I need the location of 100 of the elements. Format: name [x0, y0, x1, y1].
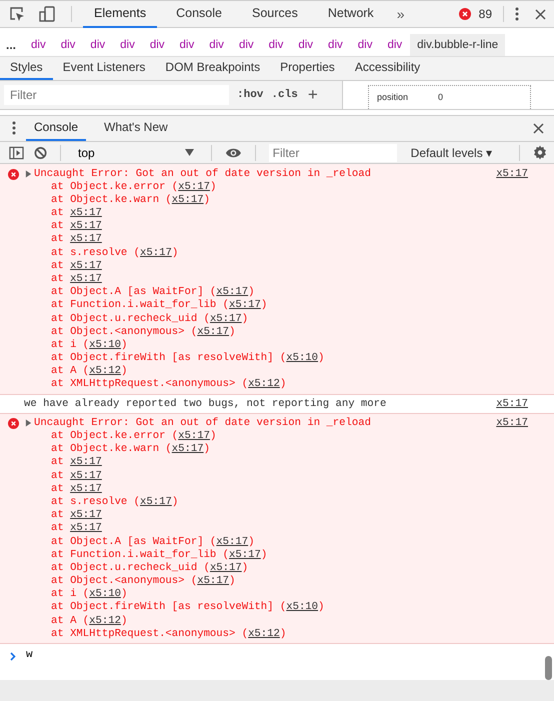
source-link[interactable]: x5:10	[286, 601, 318, 614]
stack-frame: at XMLHttpRequest.<anonymous> (x5:12)	[8, 378, 528, 392]
device-icon[interactable]	[38, 5, 56, 23]
breadcrumb-item[interactable]: div	[113, 34, 142, 56]
source-link[interactable]: x5:10	[286, 352, 318, 364]
sidebar-tab[interactable]: Accessibility	[344, 57, 430, 80]
more-tabs-button[interactable]: »	[392, 6, 408, 22]
expand-triangle-icon[interactable]	[25, 419, 32, 428]
source-link[interactable]: x5:17	[229, 548, 261, 561]
breadcrumb-item[interactable]: div	[202, 34, 231, 56]
stack-frame: at x5:17	[8, 233, 528, 247]
source-link[interactable]: x5:17	[216, 536, 248, 548]
source-link[interactable]: x5:10	[89, 588, 121, 600]
breadcrumb-item[interactable]: div.bubble-r-line	[410, 34, 506, 56]
stack-frame: at x5:17	[8, 220, 528, 234]
source-link[interactable]: x5:17	[178, 430, 210, 442]
dropdown-caret-icon	[184, 149, 194, 156]
stack-frame: at Object.fireWith [as resolveWith] (x5:10)	[8, 352, 528, 366]
source-link[interactable]: x5:17	[70, 522, 102, 534]
source-link[interactable]: x5:17	[140, 496, 172, 508]
box-model-value: 0	[438, 92, 444, 104]
error-count[interactable]: 89	[478, 7, 492, 21]
source-link[interactable]: x5:17	[172, 194, 204, 206]
hover-state-toggle[interactable]: :hov	[237, 88, 264, 101]
log-levels-dropdown[interactable]: Default levels ▾	[406, 146, 496, 160]
source-link[interactable]: x5:17	[70, 233, 102, 246]
inspect-icon[interactable]	[8, 5, 26, 23]
stack-frame: at x5:17	[8, 456, 528, 470]
source-link[interactable]: x5:17	[70, 470, 102, 482]
stack-frame: at Object.<anonymous> (x5:17)	[8, 326, 528, 339]
stack-frame: at i (x5:10)	[8, 588, 528, 602]
breadcrumb-item[interactable]: div	[291, 34, 320, 56]
console-filter-field[interactable]: Filter	[268, 144, 397, 162]
close-icon[interactable]	[533, 122, 544, 134]
drawer-menu-icon[interactable]	[12, 121, 16, 136]
source-link[interactable]: x5:17	[70, 456, 102, 468]
breadcrumb-item[interactable]: div	[83, 34, 112, 56]
panel-tab[interactable]: Elements	[83, 0, 158, 28]
source-link[interactable]: x5:17	[216, 286, 248, 298]
breadcrumb-item[interactable]: div	[24, 34, 53, 56]
breadcrumb-item[interactable]: div	[262, 34, 290, 56]
breadcrumb-item[interactable]: div	[380, 34, 410, 56]
stack-frame: at A (x5:12)	[8, 365, 528, 378]
source-link[interactable]: x5:17	[70, 272, 102, 285]
breadcrumb-item[interactable]: div	[350, 34, 380, 56]
stack-frame: at Object.u.recheck_uid (x5:17)	[8, 562, 528, 576]
stack-frame: at Object.A [as WaitFor] (x5:17)	[8, 286, 528, 300]
eye-icon[interactable]	[224, 146, 242, 159]
source-link[interactable]: x5:17	[70, 509, 102, 522]
stack-frame: at x5:17	[8, 272, 528, 286]
context-selector[interactable]: top	[74, 146, 198, 160]
breadcrumb-item[interactable]: div	[54, 34, 82, 56]
stack-frame: at x5:17	[8, 522, 528, 536]
clear-console-icon[interactable]	[34, 146, 48, 160]
source-link[interactable]: x5:12	[89, 365, 121, 378]
source-link[interactable]: x5:17	[210, 312, 242, 324]
source-link[interactable]: x5:17	[496, 398, 528, 410]
sidebar-tab[interactable]: Properties	[270, 57, 345, 80]
breadcrumb-item[interactable]: div	[142, 34, 172, 56]
stack-frame: at x5:17	[8, 260, 528, 273]
more-options-icon[interactable]	[515, 7, 519, 21]
source-link[interactable]: x5:17	[496, 168, 528, 180]
prompt-chevron-icon	[10, 652, 16, 661]
source-link[interactable]: x5:17	[70, 482, 102, 495]
source-link[interactable]: x5:17	[70, 260, 102, 272]
expand-triangle-icon[interactable]	[25, 170, 32, 178]
source-link[interactable]: x5:17	[210, 562, 242, 574]
source-link[interactable]: x5:12	[89, 614, 121, 627]
breadcrumb-item[interactable]: div	[172, 34, 202, 56]
panel-tab[interactable]: Network	[316, 0, 385, 28]
source-link[interactable]: x5:17	[70, 207, 102, 219]
class-toggle[interactable]: .cls	[271, 88, 298, 101]
breadcrumb-item[interactable]: div	[321, 34, 350, 56]
close-icon[interactable]	[535, 8, 546, 20]
sidebar-toggle-icon[interactable]	[9, 146, 24, 160]
source-link[interactable]: x5:17	[496, 417, 528, 430]
breadcrumb-item[interactable]: div	[232, 34, 261, 56]
error-icon	[458, 8, 471, 20]
source-link[interactable]: x5:12	[248, 628, 280, 640]
source-link[interactable]: x5:17	[172, 443, 204, 456]
new-rule-button[interactable]: +	[308, 84, 318, 105]
source-link[interactable]: x5:10	[89, 338, 121, 351]
sidebar-tab[interactable]: DOM Breakpoints	[155, 57, 270, 80]
source-link[interactable]: x5:17	[70, 220, 102, 232]
styles-filter-field[interactable]: Filter	[4, 84, 229, 105]
source-link[interactable]: x5:17	[178, 180, 210, 193]
settings-icon[interactable]	[532, 145, 548, 160]
source-link[interactable]: x5:17	[140, 246, 172, 259]
breadcrumb-ellipsis[interactable]: ...	[6, 38, 16, 52]
box-model-label: position	[377, 92, 408, 104]
stack-frame: at i (x5:10)	[8, 338, 528, 352]
panel-tab[interactable]: Console	[165, 0, 233, 28]
source-link[interactable]: x5:17	[229, 299, 261, 312]
source-link[interactable]: x5:17	[197, 575, 230, 588]
source-link[interactable]: x5:12	[248, 378, 280, 390]
panel-tab[interactable]: Sources	[240, 0, 309, 28]
drawer-tab[interactable]: What's New	[96, 116, 176, 141]
source-link[interactable]: x5:17	[197, 326, 230, 338]
sidebar-tab[interactable]: Event Listeners	[52, 57, 156, 80]
scrollbar-thumb[interactable]	[545, 656, 552, 680]
